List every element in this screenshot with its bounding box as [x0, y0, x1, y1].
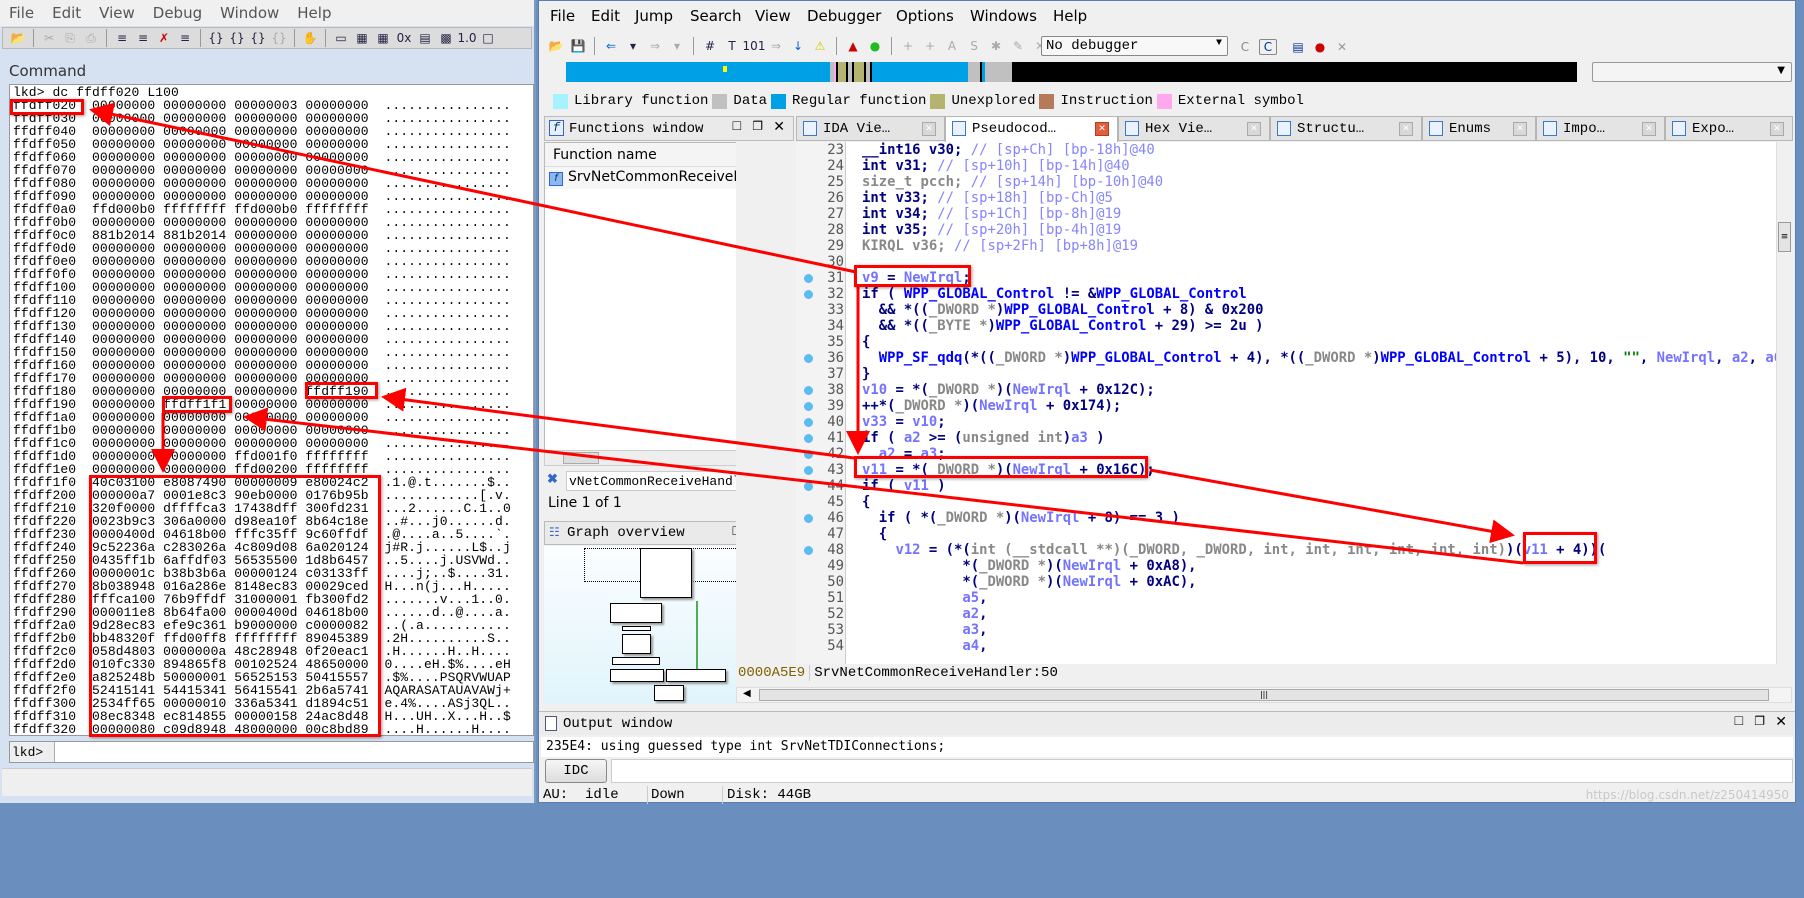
- arrow-v9-to-ffdff020: [89, 102, 857, 274]
- highlight-v11-plus-4: [1523, 532, 1597, 564]
- highlight-ffdff190: [305, 382, 378, 399]
- highlight-v11-assignment: [854, 456, 1148, 478]
- arrow-v11-to-ffdff190: [381, 387, 855, 460]
- highlight-ffdff020: [10, 99, 84, 115]
- highlight-memory-block: [89, 475, 381, 737]
- highlight-ffdff1f1: [162, 396, 232, 413]
- highlight-v9-assignment: [854, 265, 971, 287]
- arrow-v11plus4-to-ffdff1a0: [243, 407, 1524, 565]
